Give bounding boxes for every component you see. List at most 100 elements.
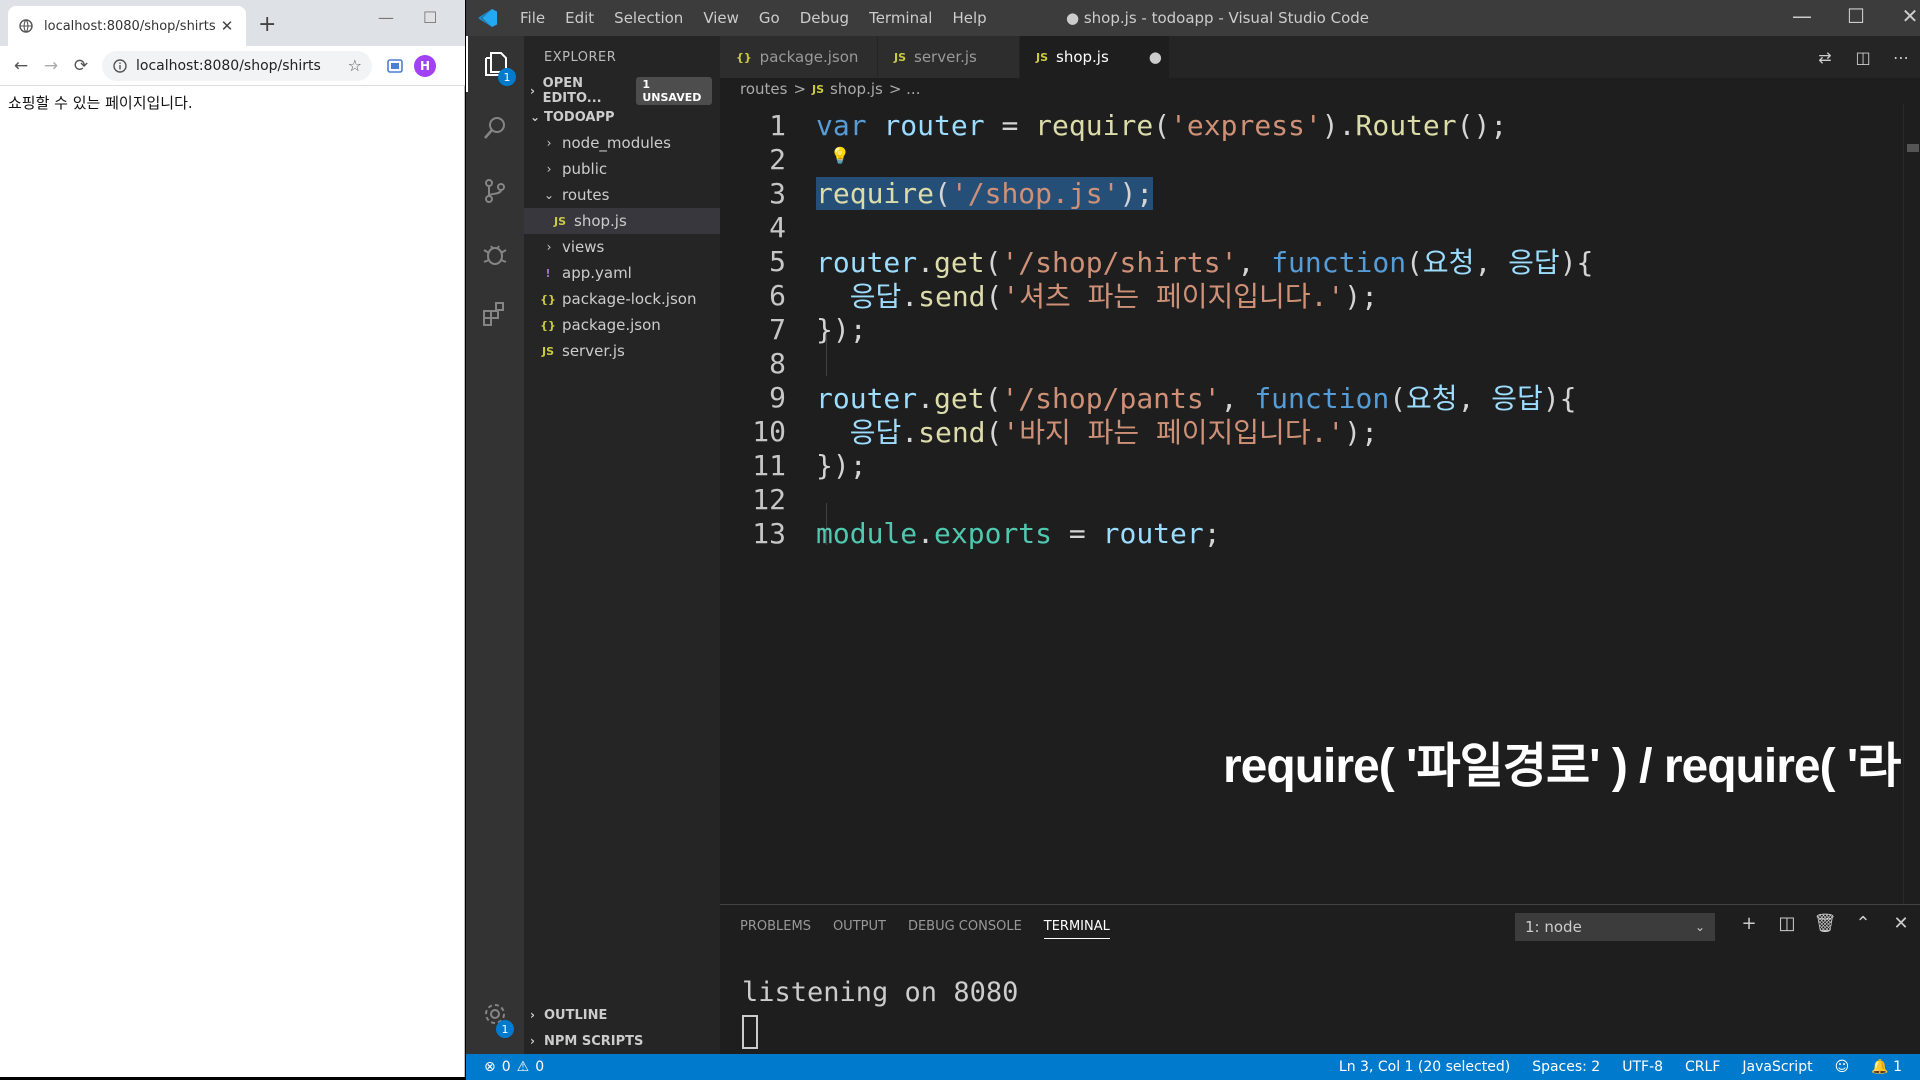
outline-label: OUTLINE <box>544 1007 608 1023</box>
tab-shop-js[interactable]: JS shop.js ● <box>1020 36 1170 78</box>
maximize-icon[interactable]: ☐ <box>1836 4 1876 28</box>
profile-avatar[interactable]: H <box>414 54 436 77</box>
tab-package-json[interactable]: {} package.json <box>720 36 878 78</box>
json-file-icon: {} <box>540 318 556 332</box>
settings-gear-icon[interactable]: 1 <box>466 986 524 1042</box>
breadcrumb-folder[interactable]: routes <box>740 80 787 98</box>
status-problems[interactable]: ⊗ 0 ⚠ 0 <box>466 1059 544 1075</box>
tree-item-label: package-lock.json <box>562 290 697 308</box>
info-icon[interactable] <box>112 58 128 74</box>
minimize-icon[interactable]: — <box>378 8 394 27</box>
code-text: 응답.send('바지 파는 페이지입니다.'); <box>849 416 1379 449</box>
reload-icon[interactable]: ⟳ <box>66 56 96 76</box>
panel-tab-terminal[interactable]: TERMINAL <box>1043 919 1110 939</box>
project-label: TODOAPP <box>544 109 615 125</box>
debug-icon[interactable] <box>466 226 524 282</box>
browser-tab[interactable]: localhost:8080/shop/shirts ✕ <box>8 6 246 46</box>
explorer-icon[interactable]: 1 <box>466 36 524 92</box>
tab-server-js[interactable]: JS server.js <box>878 36 1020 78</box>
extensions-icon[interactable] <box>466 286 524 342</box>
warning-icon: ⚠ <box>516 1059 530 1075</box>
code-editor[interactable]: 1 var router = require('express').Router… <box>720 104 1920 904</box>
editor-scrollbar[interactable] <box>1903 104 1920 904</box>
menu-edit[interactable]: Edit <box>555 9 604 27</box>
npm-scripts-label: NPM SCRIPTS <box>544 1033 644 1049</box>
npm-scripts-section[interactable]: › NPM SCRIPTS <box>524 1028 720 1054</box>
open-editors-section[interactable]: › OPEN EDITO... 1 UNSAVED <box>524 76 720 106</box>
breadcrumb-file[interactable]: shop.js <box>830 80 883 98</box>
back-icon[interactable]: ← <box>6 56 36 76</box>
menu-bar: File Edit Selection View Go Debug Termin… <box>510 9 997 27</box>
menu-go[interactable]: Go <box>749 9 790 27</box>
new-tab-icon[interactable]: + <box>258 12 276 37</box>
minimize-icon[interactable]: — <box>1782 4 1822 28</box>
status-notifications[interactable]: 🔔 1 <box>1871 1059 1902 1075</box>
tree-file-shop-js[interactable]: JS shop.js <box>524 208 720 234</box>
tab-label: shop.js <box>1056 48 1109 66</box>
project-section[interactable]: ⌄ TODOAPP <box>524 104 720 130</box>
editor-actions: ⇄ ◫ ⋯ <box>1806 36 1920 78</box>
address-bar[interactable]: localhost:8080/shop/shirts ☆ <box>102 50 372 81</box>
tree-file-package-lock-json[interactable]: {} package-lock.json <box>524 286 720 312</box>
split-editor-icon[interactable]: ◫ <box>1844 48 1882 67</box>
selected-code-text: require('/shop.js'); <box>816 176 1154 210</box>
menu-terminal[interactable]: Terminal <box>859 9 942 27</box>
menu-selection[interactable]: Selection <box>604 9 693 27</box>
menu-view[interactable]: View <box>693 9 749 27</box>
status-indentation[interactable]: Spaces: 2 <box>1532 1059 1600 1075</box>
browser-window: localhost:8080/shop/shirts ✕ + — ☐ ← → ⟳… <box>0 0 465 1077</box>
close-panel-icon[interactable]: ✕ <box>1882 913 1920 934</box>
extension-icon[interactable] <box>380 58 410 73</box>
code-text: var router = require('express').Router()… <box>816 108 1508 142</box>
bookmark-star-icon[interactable]: ☆ <box>348 56 362 75</box>
chevron-right-icon: › <box>546 240 552 254</box>
tree-folder-public[interactable]: › public <box>524 156 720 182</box>
open-changes-icon[interactable]: ⇄ <box>1806 48 1844 67</box>
explorer-sidebar: EXPLORER › OPEN EDITO... 1 UNSAVED ⌄ TOD… <box>524 36 720 1054</box>
code-text: module.exports = router; <box>816 516 1221 550</box>
tree-folder-views[interactable]: › views <box>524 234 720 260</box>
menu-file[interactable]: File <box>510 9 555 27</box>
new-terminal-icon[interactable]: + <box>1730 913 1768 934</box>
lightbulb-icon[interactable]: 💡 <box>830 146 850 165</box>
outline-section[interactable]: › OUTLINE <box>524 1002 720 1028</box>
menu-help[interactable]: Help <box>942 9 996 27</box>
forward-icon[interactable]: → <box>36 56 66 76</box>
close-window-icon[interactable]: ✕ <box>1890 4 1920 28</box>
feedback-icon[interactable]: ☺ <box>1835 1059 1850 1075</box>
tree-file-app-yaml[interactable]: ! app.yaml <box>524 260 720 286</box>
tree-folder-node-modules[interactable]: › node_modules <box>524 130 720 156</box>
panel-tab-debug-console[interactable]: DEBUG CONSOLE <box>908 919 1022 939</box>
status-right: Ln 3, Col 1 (20 selected) Spaces: 2 UTF-… <box>1339 1059 1920 1075</box>
error-count: 0 <box>501 1059 511 1075</box>
status-eol[interactable]: CRLF <box>1685 1059 1720 1075</box>
tree-folder-routes[interactable]: ⌄ routes <box>524 182 720 208</box>
tree-item-label: public <box>562 160 608 178</box>
tree-file-server-js[interactable]: JS server.js <box>524 338 720 364</box>
status-language[interactable]: JavaScript <box>1742 1059 1812 1075</box>
status-cursor-position[interactable]: Ln 3, Col 1 (20 selected) <box>1339 1059 1510 1075</box>
scrollbar-thumb[interactable] <box>1907 144 1919 152</box>
more-actions-icon[interactable]: ⋯ <box>1882 48 1920 67</box>
chevron-right-icon: › <box>530 1008 535 1022</box>
line-number: 12 <box>752 482 786 516</box>
chevron-up-icon[interactable]: ⌃ <box>1844 913 1882 934</box>
maximize-icon[interactable]: ☐ <box>423 8 437 27</box>
browser-tab-title: localhost:8080/shop/shirts <box>44 18 216 34</box>
search-icon[interactable] <box>466 100 524 156</box>
tree-item-label: app.yaml <box>562 264 632 282</box>
split-terminal-icon[interactable]: ◫ <box>1768 913 1806 934</box>
close-tab-icon[interactable]: ✕ <box>218 17 236 35</box>
tree-file-package-json[interactable]: {} package.json <box>524 312 720 338</box>
trash-icon[interactable]: 🗑 <box>1806 913 1844 934</box>
breadcrumb-more[interactable]: > ... <box>889 80 921 98</box>
panel-tab-problems[interactable]: PROBLEMS <box>740 919 811 939</box>
terminal-select[interactable]: 1: node ⌄ <box>1515 913 1715 941</box>
code-text: }); <box>816 312 867 346</box>
panel-tab-output[interactable]: OUTPUT <box>833 919 886 939</box>
source-control-icon[interactable] <box>466 163 524 219</box>
unsaved-dot-icon[interactable]: ● <box>1149 48 1162 66</box>
status-encoding[interactable]: UTF-8 <box>1622 1059 1663 1075</box>
explorer-badge: 1 <box>498 68 516 86</box>
menu-debug[interactable]: Debug <box>790 9 859 27</box>
